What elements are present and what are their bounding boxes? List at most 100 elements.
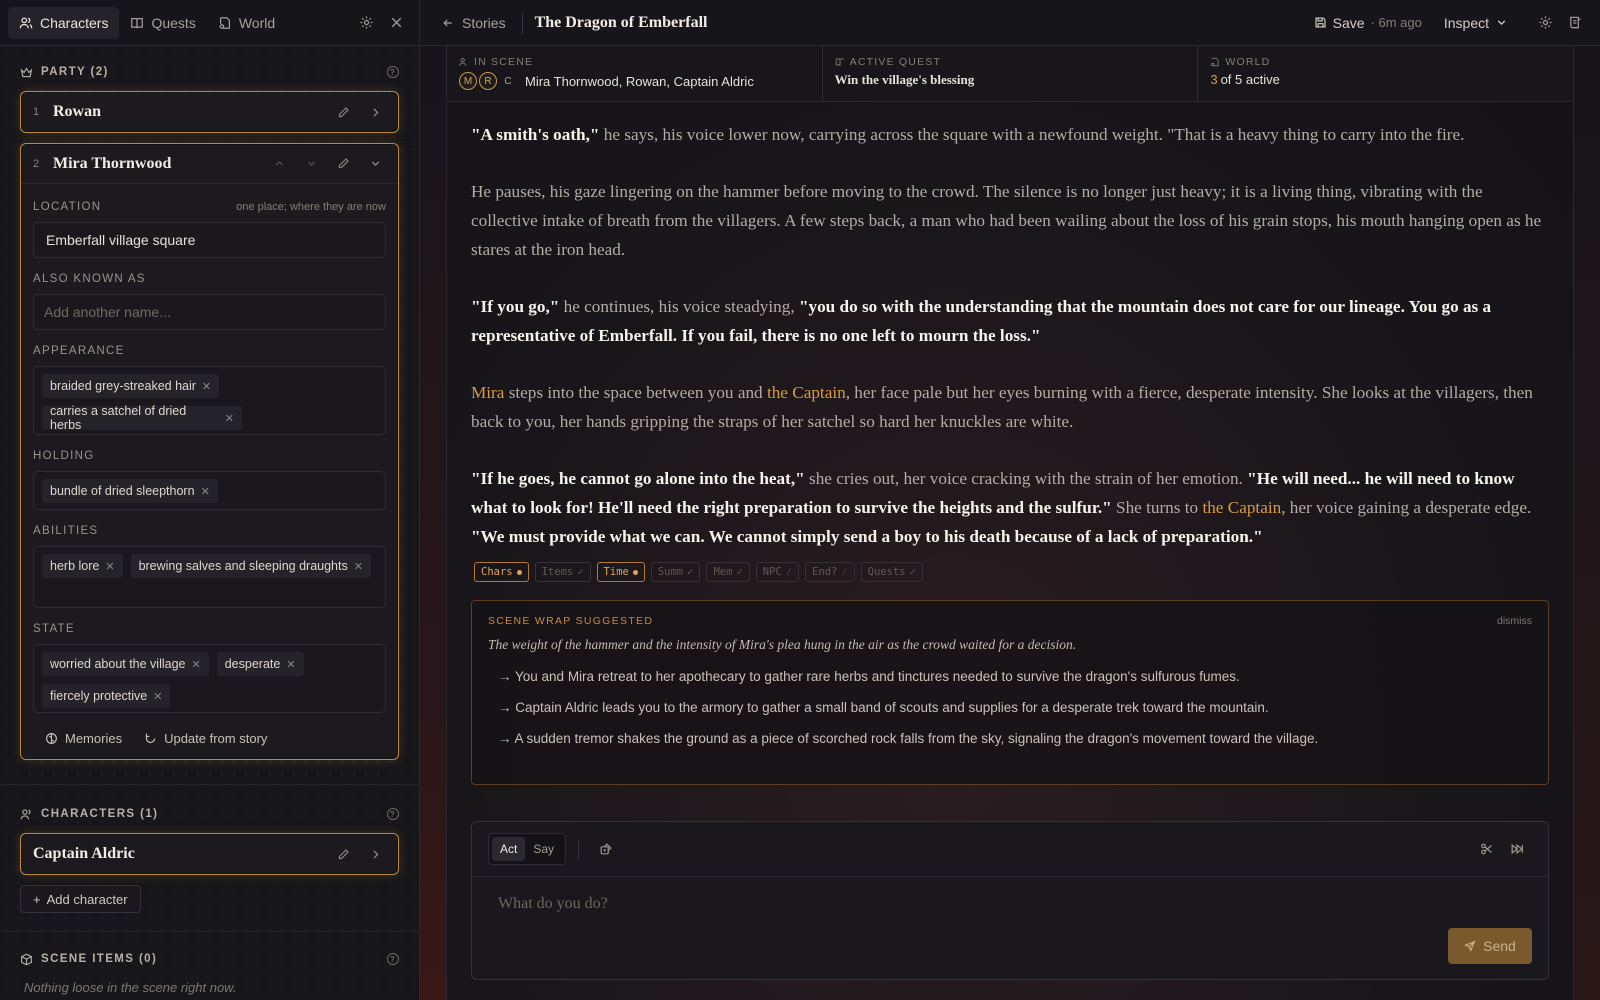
aka-label: ALSO KNOWN AS <box>33 273 146 285</box>
trim-button[interactable] <box>1472 834 1502 864</box>
tag-mem[interactable]: Mem ✓ <box>706 562 750 582</box>
notes-button[interactable] <box>1560 8 1590 38</box>
box-icon <box>21 953 32 965</box>
action-input[interactable]: What do you do? <box>472 877 1548 931</box>
add-character-button[interactable]: + Add character <box>20 885 141 913</box>
move-down-button[interactable] <box>300 153 322 175</box>
memories-button[interactable]: Memories <box>45 731 122 746</box>
help-icon[interactable]: ? <box>387 808 399 820</box>
tag-end[interactable]: End? ⁄ <box>805 562 855 582</box>
characters-title: CHARACTERS (1) <box>41 808 159 820</box>
narration: , her voice gaining a desperate edge. <box>1281 498 1532 517</box>
continue-button[interactable] <box>1502 834 1532 864</box>
edit-button[interactable] <box>332 101 354 123</box>
quest-value: Win the village's blessing <box>834 72 975 87</box>
character-card-aldric[interactable]: Captain Aldric <box>20 833 399 875</box>
narration: she cries out, her voice cracking with t… <box>804 469 1248 488</box>
party-card-rowan[interactable]: 1 Rowan <box>20 91 399 133</box>
help-icon[interactable]: ? <box>387 953 399 965</box>
pencil-icon <box>338 848 349 859</box>
sidebar-close-button[interactable] <box>381 8 411 38</box>
character-link[interactable]: the Captain <box>1202 498 1281 517</box>
card-number: 2 <box>33 157 40 170</box>
story-paragraph: He pauses, his gaze lingering on the ham… <box>471 182 1542 259</box>
holding-field[interactable]: bundle of dried sleepthorn ✕ <box>33 471 386 510</box>
save-icon <box>1315 17 1326 28</box>
scene-wrap-summary: The weight of the hammer and the intensi… <box>488 637 1077 652</box>
help-icon[interactable]: ? <box>387 66 399 78</box>
top-bar: Stories The Dragon of Emberfall Save · 6… <box>420 0 1600 46</box>
dialogue: "We must provide what we can. We cannot … <box>471 527 1263 546</box>
remove-chip-button[interactable]: ✕ <box>354 560 363 573</box>
character-name: Mira Thornwood <box>53 154 172 172</box>
brain-icon <box>46 733 57 744</box>
remove-chip-button[interactable]: ✕ <box>286 658 295 671</box>
tab-characters[interactable]: Characters <box>8 6 120 39</box>
in-scene-cell[interactable]: IN SCENE M R C Mira Thornwood, Rowan, Ca… <box>447 46 823 101</box>
dice-button[interactable] <box>591 834 621 864</box>
story-settings-button[interactable] <box>1530 8 1560 38</box>
tag-npc[interactable]: NPC ⁄ <box>755 562 800 582</box>
card-actions: Memories Update from story <box>21 713 398 762</box>
scene-wrap-option[interactable]: → A sudden tremor shakes the ground as a… <box>498 731 1532 746</box>
divider <box>578 839 580 859</box>
tag-time[interactable]: Time <box>596 562 645 582</box>
mode-act-button[interactable]: Act <box>492 837 526 861</box>
edit-button[interactable] <box>332 153 354 175</box>
move-up-button[interactable] <box>268 153 290 175</box>
scene-wrap-option[interactable]: → You and Mira retreat to her apothecary… <box>498 669 1532 684</box>
remove-chip-button[interactable]: ✕ <box>225 412 234 425</box>
remove-chip-button[interactable]: ✕ <box>202 380 211 393</box>
scene-wrap-option[interactable]: → Captain Aldric leads you to the armory… <box>498 700 1532 715</box>
edit-button[interactable] <box>332 843 354 865</box>
save-button[interactable]: Save · 6m ago <box>1314 15 1422 31</box>
active-quest-cell[interactable]: ACTIVE QUEST Win the village's blessing <box>823 46 1199 101</box>
chip: braided grey-streaked hair ✕ <box>42 374 220 398</box>
world-count: 3 <box>1210 72 1218 87</box>
remove-chip-button[interactable]: ✕ <box>201 485 210 498</box>
scene-items-section-header: SCENE ITEMS (0) ? <box>0 946 419 972</box>
story-paragraph: "If he goes, he cannot go alone into the… <box>471 464 1549 551</box>
map-pin-icon <box>219 16 230 29</box>
back-to-stories-button[interactable]: Stories <box>442 11 523 34</box>
chip-label: bundle of dried sleepthorn <box>50 484 195 498</box>
tag-quests[interactable]: Quests ✓ <box>860 562 923 582</box>
character-link[interactable]: the Captain <box>767 383 846 402</box>
slash-icon: ⁄ <box>841 565 848 578</box>
inspect-dropdown[interactable]: Inspect <box>1444 15 1508 31</box>
chip: bundle of dried sleepthorn ✕ <box>42 479 218 503</box>
aka-input[interactable]: Add another name... <box>33 294 386 330</box>
state-field[interactable]: worried about the village ✕ desperate ✕ fi… <box>33 644 386 713</box>
chip: carries a satchel of dried herbs ✕ <box>42 404 242 432</box>
save-label: Save <box>1332 14 1365 31</box>
narration: he continues, his voice steadying, <box>559 297 799 316</box>
location-hint: one place; where they are now <box>236 201 386 213</box>
expand-button[interactable] <box>364 843 386 865</box>
mode-say-button[interactable]: Say <box>525 837 562 861</box>
dialogue: "If he goes, he cannot go alone into the… <box>471 469 805 488</box>
sidebar-settings-button[interactable] <box>351 8 381 38</box>
tab-quests[interactable]: Quests <box>119 7 206 39</box>
remove-chip-button[interactable]: ✕ <box>192 658 201 671</box>
avatar: M <box>459 72 477 90</box>
tag-label: Quests <box>867 566 906 578</box>
dismiss-button[interactable]: dismiss <box>1497 615 1532 627</box>
tag-items[interactable]: Items ✓ <box>534 562 591 582</box>
remove-chip-button[interactable]: ✕ <box>105 560 114 573</box>
world-cell[interactable]: WORLD 3 of 5 active <box>1198 46 1573 101</box>
expand-button[interactable] <box>364 101 386 123</box>
book-icon <box>835 58 844 66</box>
tab-world[interactable]: World <box>207 7 286 39</box>
tag-chars[interactable]: Chars <box>474 562 529 582</box>
chip-label: braided grey-streaked hair <box>50 379 196 393</box>
character-link[interactable]: Mira <box>471 383 504 402</box>
remove-chip-button[interactable]: ✕ <box>153 690 162 703</box>
update-from-story-button[interactable]: Update from story <box>144 731 267 746</box>
abilities-field[interactable]: herb lore ✕ brewing salves and sleeping d… <box>33 546 386 608</box>
appearance-field[interactable]: braided grey-streaked hair ✕ carries a sa… <box>33 366 386 435</box>
location-label: LOCATION <box>33 201 102 213</box>
location-input[interactable]: Emberfall village square <box>33 222 386 258</box>
tag-summ[interactable]: Summ ✓ <box>650 562 701 582</box>
collapse-button[interactable] <box>364 153 386 175</box>
send-button[interactable]: Send <box>1448 928 1532 964</box>
